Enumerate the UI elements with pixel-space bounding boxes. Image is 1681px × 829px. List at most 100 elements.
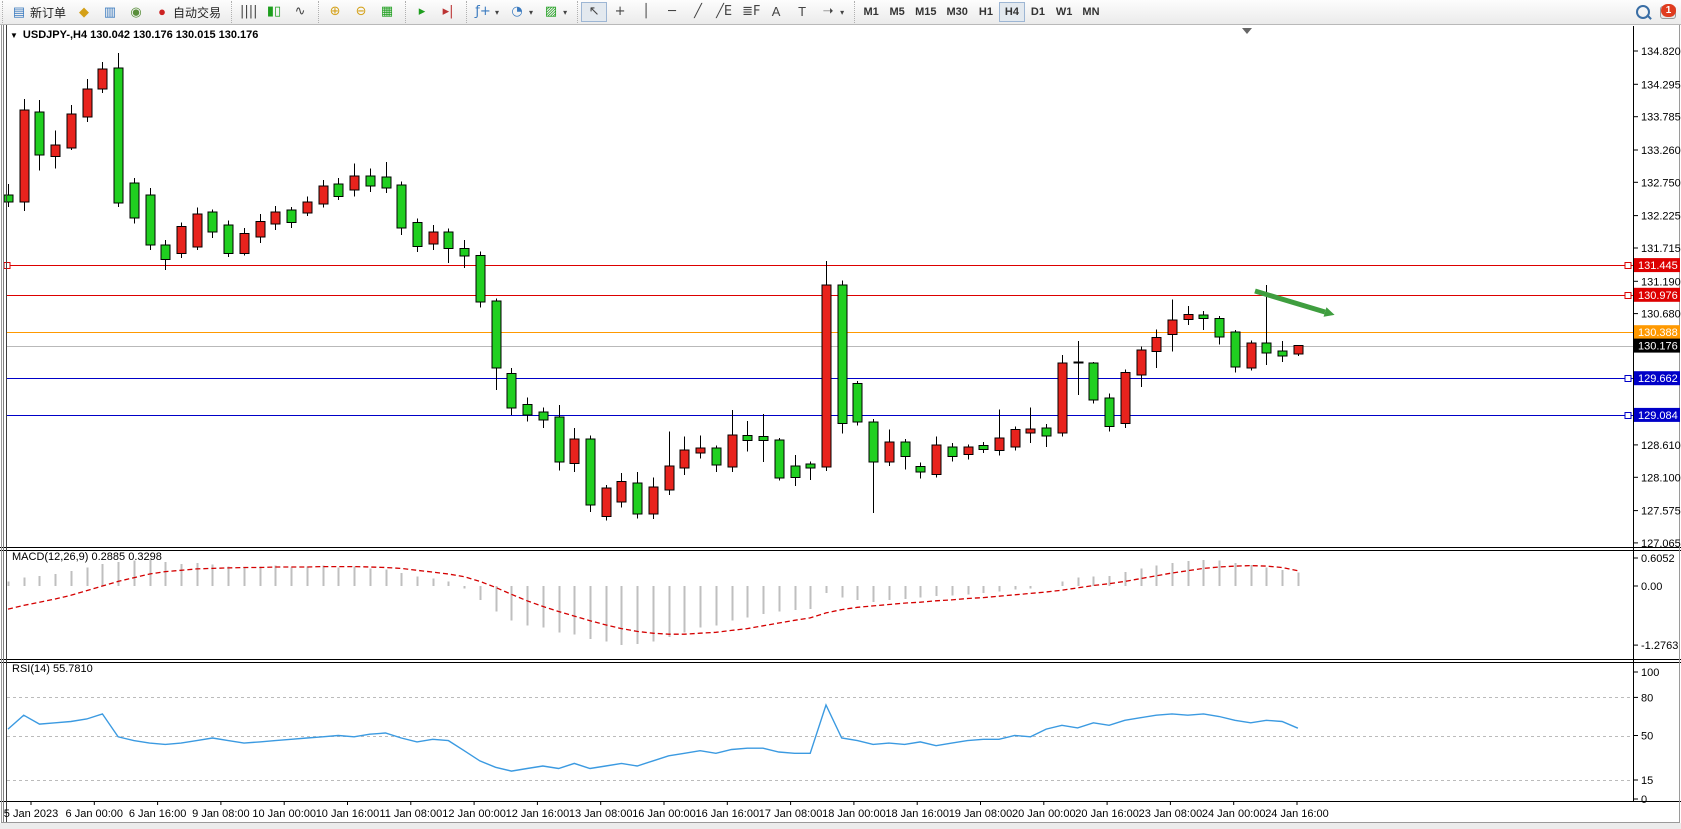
rsi-indicator-label: RSI(14) 55.7810 xyxy=(12,663,93,675)
chart-shift-button[interactable]: ▸| xyxy=(435,2,461,22)
search-button[interactable] xyxy=(1631,2,1655,22)
line-chart-icon: ∿ xyxy=(292,4,308,20)
svg-text:12 Jan 00:00: 12 Jan 00:00 xyxy=(442,808,506,820)
chat-button[interactable]: 1 xyxy=(1655,2,1681,22)
arrows-tool-button[interactable]: ➝ ▾ xyxy=(815,2,849,22)
text-label-tool-button[interactable]: T xyxy=(789,2,815,22)
horizontal-line-icon: ─ xyxy=(664,4,680,20)
symbol-dropdown-caret-icon: ▼ xyxy=(10,31,18,40)
timeframe-m1-button[interactable]: M1 xyxy=(858,2,884,22)
svg-text:20 Jan 00:00: 20 Jan 00:00 xyxy=(1012,808,1076,820)
toolbar-timeframes-group: M1 M5 M15 M30 H1 H4 D1 W1 MN xyxy=(854,1,1107,23)
candlestick-chart-button[interactable]: ▮▯ xyxy=(261,2,287,22)
indicators-button[interactable]: ƒ+ ▾ xyxy=(470,2,504,22)
timeframe-h4-button[interactable]: H4 xyxy=(999,2,1025,22)
zoom-in-button[interactable]: ⊕ xyxy=(322,2,348,22)
search-icon xyxy=(1636,5,1650,19)
bar-chart-icon: |||| xyxy=(240,4,256,20)
svg-text:128.610: 128.610 xyxy=(1641,440,1681,452)
line-chart-button[interactable]: ∿ xyxy=(287,2,313,22)
new-order-icon: ▤ xyxy=(11,4,27,20)
svg-text:131.190: 131.190 xyxy=(1641,276,1681,288)
timeframe-h1-button[interactable]: H1 xyxy=(973,2,999,22)
bar-chart-button[interactable]: |||| xyxy=(235,2,261,22)
svg-text:11 Jan 08:00: 11 Jan 08:00 xyxy=(379,808,442,820)
timeframe-w1-button[interactable]: W1 xyxy=(1051,2,1078,22)
rsi-name: RSI(14) xyxy=(12,663,50,675)
metaeditor-button[interactable]: ◆ xyxy=(71,2,97,22)
svg-text:132.225: 132.225 xyxy=(1641,211,1681,223)
svg-text:131.715: 131.715 xyxy=(1641,243,1681,255)
timeframe-mn-button[interactable]: MN xyxy=(1077,2,1104,22)
tile-windows-icon: ▦ xyxy=(379,4,395,20)
timeframe-d1-button[interactable]: D1 xyxy=(1025,2,1051,22)
svg-text:24 Jan 16:00: 24 Jan 16:00 xyxy=(1265,808,1329,820)
toolbar-indicator-group: ƒ+ ▾ ◔ ▾ ▨ ▾ xyxy=(466,1,575,23)
mt4-application: ▤ 新订单 ◆ ▥ ◉ ● 自动交易 |||| ▮▯ ∿ ⊕ ⊖ xyxy=(0,0,1681,829)
auto-scroll-icon: ▸ xyxy=(414,4,430,20)
horizontal-line-tool-button[interactable]: ─ xyxy=(659,2,685,22)
svg-text:23 Jan 08:00: 23 Jan 08:00 xyxy=(1139,808,1203,820)
svg-text:19 Jan 08:00: 19 Jan 08:00 xyxy=(949,808,1013,820)
svg-text:5 Jan 2023: 5 Jan 2023 xyxy=(4,808,58,820)
timeframe-m15-button[interactable]: M15 xyxy=(910,2,941,22)
toolbar-drawing-group: ↖ + │ ─ ╱ ╱E ≣F A T ➝ ▾ xyxy=(577,1,852,23)
svg-text:0: 0 xyxy=(1641,794,1647,806)
crosshair-tool-button[interactable]: + xyxy=(607,2,633,22)
svg-text:0.00: 0.00 xyxy=(1641,581,1662,593)
fibonacci-tool-button[interactable]: ≣F xyxy=(737,2,763,22)
svg-text:12 Jan 16:00: 12 Jan 16:00 xyxy=(506,808,570,820)
chart-title-bar[interactable]: ▼ USDJPY-,H4 130.042 130.176 130.015 130… xyxy=(10,29,258,41)
svg-text:10 Jan 16:00: 10 Jan 16:00 xyxy=(316,808,380,820)
svg-text:13 Jan 08:00: 13 Jan 08:00 xyxy=(569,808,633,820)
svg-text:131.445: 131.445 xyxy=(1638,260,1678,272)
signals-button[interactable]: ◉ xyxy=(123,2,149,22)
zoom-in-icon: ⊕ xyxy=(327,4,343,20)
svg-text:134.820: 134.820 xyxy=(1641,46,1681,58)
crosshair-icon: + xyxy=(612,4,628,20)
toolbar: ▤ 新订单 ◆ ▥ ◉ ● 自动交易 |||| ▮▯ ∿ ⊕ ⊖ xyxy=(0,0,1681,25)
autotrading-icon: ● xyxy=(154,4,170,20)
indicators-icon: ƒ+ xyxy=(475,4,491,20)
macd-main-value: 0.2885 xyxy=(91,551,125,563)
chart-title-text: USDJPY-,H4 130.042 130.176 130.015 130.1… xyxy=(23,29,258,41)
market-watch-button[interactable]: ▥ xyxy=(97,2,123,22)
timeframe-m30-button[interactable]: M30 xyxy=(942,2,973,22)
svg-text:9 Jan 08:00: 9 Jan 08:00 xyxy=(192,808,250,820)
auto-scroll-button[interactable]: ▸ xyxy=(409,2,435,22)
notification-badge: 1 xyxy=(1661,4,1676,17)
tile-windows-button[interactable]: ▦ xyxy=(374,2,400,22)
arrows-icon: ➝ xyxy=(820,4,836,20)
toolbar-charttype-group: |||| ▮▯ ∿ xyxy=(231,1,316,23)
svg-text:16 Jan 16:00: 16 Jan 16:00 xyxy=(695,808,759,820)
periods-button[interactable]: ◔ ▾ xyxy=(504,2,538,22)
templates-button[interactable]: ▨ ▾ xyxy=(538,2,572,22)
clock-icon: ◔ xyxy=(509,4,525,20)
svg-text:130.976: 130.976 xyxy=(1638,290,1678,302)
channel-tool-button[interactable]: ╱E xyxy=(711,2,737,22)
chevron-down-icon: ▾ xyxy=(529,8,533,17)
svg-text:10 Jan 00:00: 10 Jan 00:00 xyxy=(252,808,316,820)
vertical-line-tool-button[interactable]: │ xyxy=(633,2,659,22)
svg-text:129.084: 129.084 xyxy=(1638,410,1678,422)
trendline-tool-button[interactable]: ╱ xyxy=(685,2,711,22)
macd-name: MACD(12,26,9) xyxy=(12,551,88,563)
new-order-button[interactable]: ▤ 新订单 xyxy=(6,2,71,22)
svg-text:130.388: 130.388 xyxy=(1638,327,1678,339)
metaeditor-icon: ◆ xyxy=(76,4,92,20)
svg-text:132.750: 132.750 xyxy=(1641,177,1681,189)
svg-text:20 Jan 16:00: 20 Jan 16:00 xyxy=(1075,808,1139,820)
macd-signal-value: 0.3298 xyxy=(128,551,162,563)
autotrading-label: 自动交易 xyxy=(173,4,221,21)
price-chart[interactable]: 134.820134.295133.785133.260132.750132.2… xyxy=(0,0,1681,829)
text-label-icon: T xyxy=(794,4,810,20)
chart-shift-icon: ▸| xyxy=(440,4,456,20)
svg-text:6 Jan 00:00: 6 Jan 00:00 xyxy=(66,808,124,820)
zoom-out-button[interactable]: ⊖ xyxy=(348,2,374,22)
fibonacci-icon: ≣F xyxy=(742,4,758,20)
cursor-tool-button[interactable]: ↖ xyxy=(581,2,607,22)
timeframe-m5-button[interactable]: M5 xyxy=(884,2,910,22)
text-tool-button[interactable]: A xyxy=(763,2,789,22)
autotrading-button[interactable]: ● 自动交易 xyxy=(149,2,226,22)
cursor-icon: ↖ xyxy=(586,4,602,20)
